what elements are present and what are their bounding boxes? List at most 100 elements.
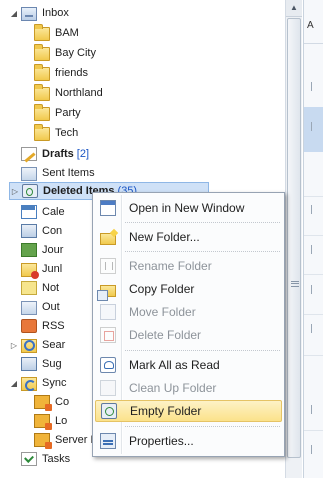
tree-item-search-folders[interactable]: ▷ Sear [9, 336, 65, 354]
tree-item-contacts[interactable]: Con [21, 222, 62, 240]
tree-item-sync-issues[interactable]: ◢ Sync [9, 374, 66, 392]
message-list-header: A [304, 0, 323, 44]
expand-arrow-icon[interactable]: ▷ [9, 341, 19, 350]
menu-item-label: Delete Folder [129, 328, 202, 342]
deleted-items-icon [22, 184, 38, 198]
sync-issues-icon [21, 377, 37, 391]
menu-separator [125, 350, 280, 351]
tree-item-label: Sear [42, 339, 66, 351]
tree-item-label: Con [42, 225, 63, 237]
tree-item-friends[interactable]: friends [34, 64, 88, 82]
tasks-icon [21, 452, 37, 466]
drafts-icon [21, 147, 37, 161]
tree-item-bay-city[interactable]: Bay City [34, 44, 96, 62]
tree-item-label: Sync [42, 377, 67, 389]
row-marker-icon [311, 405, 315, 414]
tree-item-label: Tech [55, 127, 79, 139]
tree-item-outbox[interactable]: Out [21, 298, 60, 316]
tree-item-local-failures[interactable]: Lo [34, 412, 67, 430]
expand-arrow-icon[interactable]: ◢ [9, 9, 19, 18]
tree-item-drafts[interactable]: Drafts [2] [21, 145, 89, 163]
tree-item-inbox[interactable]: ◢ Inbox [9, 4, 69, 22]
tree-item-label: Tasks [42, 453, 71, 465]
junk-folder-icon [21, 263, 39, 279]
row-marker-icon [311, 122, 315, 131]
clean-up-folder-icon [100, 380, 116, 396]
tree-item-suggested-contacts[interactable]: Sug [21, 355, 62, 373]
tree-item-label: Bay City [55, 47, 96, 59]
tree-item-tasks[interactable]: Tasks [21, 450, 70, 468]
outbox-icon [21, 301, 37, 315]
tree-item-label: Junl [42, 263, 63, 275]
tree-item-label: Drafts [42, 148, 74, 160]
menu-item-mark-all-read[interactable]: Mark All as Read [95, 354, 282, 376]
folder-icon [34, 64, 50, 81]
scrollbar-grip-icon [291, 281, 299, 287]
menu-item-properties[interactable]: Properties... [95, 430, 282, 452]
menu-item-copy-folder[interactable]: Copy Folder [95, 278, 282, 301]
expand-arrow-icon[interactable]: ◢ [9, 379, 19, 388]
rss-feed-icon [21, 319, 37, 333]
scroll-up-arrow-icon[interactable]: ▲ [286, 0, 302, 17]
empty-folder-icon [101, 403, 117, 419]
menu-separator [125, 251, 280, 252]
tree-item-label: Not [42, 282, 60, 294]
menu-item-new-folder[interactable]: New Folder... [95, 226, 282, 248]
menu-item-label: Empty Folder [130, 404, 202, 418]
server-failures-folder-icon [34, 433, 52, 449]
tree-item-label: Party [55, 107, 81, 119]
tree-item-calendar[interactable]: Cale [21, 203, 65, 221]
tree-item-label: Lo [55, 415, 68, 427]
tree-item-bam[interactable]: BAM [34, 24, 79, 42]
menu-item-label: Properties... [129, 434, 194, 448]
menu-item-label: Rename Folder [129, 259, 212, 273]
tree-item-label: Sent Items [42, 167, 95, 179]
tree-item-label: Inbox [42, 7, 69, 19]
menu-item-open-new-window[interactable]: Open in New Window [95, 197, 282, 219]
row-divider [304, 196, 323, 197]
tree-item-sent-items[interactable]: Sent Items [21, 164, 95, 182]
delete-folder-icon [100, 327, 116, 343]
tree-item-northland[interactable]: Northland [34, 84, 103, 102]
notes-icon [21, 281, 37, 295]
row-divider [304, 314, 323, 315]
tree-item-conflicts[interactable]: Co [34, 393, 69, 411]
menu-item-label: Copy Folder [129, 282, 195, 296]
message-list-edge: A [303, 0, 323, 478]
tree-item-label: friends [55, 67, 89, 79]
row-divider [304, 235, 323, 236]
collapse-arrow-icon[interactable]: ▷ [10, 187, 20, 196]
copy-folder-icon [97, 285, 116, 301]
menu-item-move-folder[interactable]: Move Folder [95, 301, 282, 323]
folder-icon [34, 24, 50, 41]
tree-item-label: Northland [55, 87, 103, 99]
contacts-icon [21, 224, 37, 238]
tree-item-junk[interactable]: Junl [21, 260, 63, 279]
scrollbar-thumb[interactable] [287, 18, 301, 458]
folder-icon [34, 104, 50, 121]
conflicts-folder-icon [34, 395, 52, 411]
move-folder-icon [100, 304, 116, 320]
tree-item-rss[interactable]: RSS [21, 317, 65, 335]
rename-folder-icon [100, 258, 116, 274]
folder-pane-scrollbar[interactable]: ▲ [285, 0, 302, 478]
open-window-icon [100, 200, 116, 216]
row-marker-icon [311, 285, 315, 294]
menu-item-empty-folder[interactable]: Empty Folder [95, 400, 282, 422]
tree-item-label: Cale [42, 206, 65, 218]
suggested-contacts-icon [21, 357, 37, 371]
column-header-glyph: A [307, 20, 314, 31]
row-marker-icon [311, 82, 315, 91]
tree-item-notes[interactable]: Not [21, 279, 59, 297]
tree-item-label: Out [42, 301, 60, 313]
row-marker-icon [311, 445, 315, 454]
menu-item-delete-folder[interactable]: Delete Folder [95, 324, 282, 346]
tree-item-label: BAM [55, 27, 79, 39]
tree-item-journal[interactable]: Jour [21, 241, 63, 259]
tree-item-party[interactable]: Party [34, 104, 81, 122]
inbox-icon [21, 7, 37, 21]
menu-item-rename-folder[interactable]: Rename Folder [95, 255, 282, 277]
menu-item-clean-up-folder[interactable]: Clean Up Folder [95, 377, 282, 399]
folder-icon [34, 124, 50, 141]
tree-item-tech[interactable]: Tech [34, 124, 78, 142]
